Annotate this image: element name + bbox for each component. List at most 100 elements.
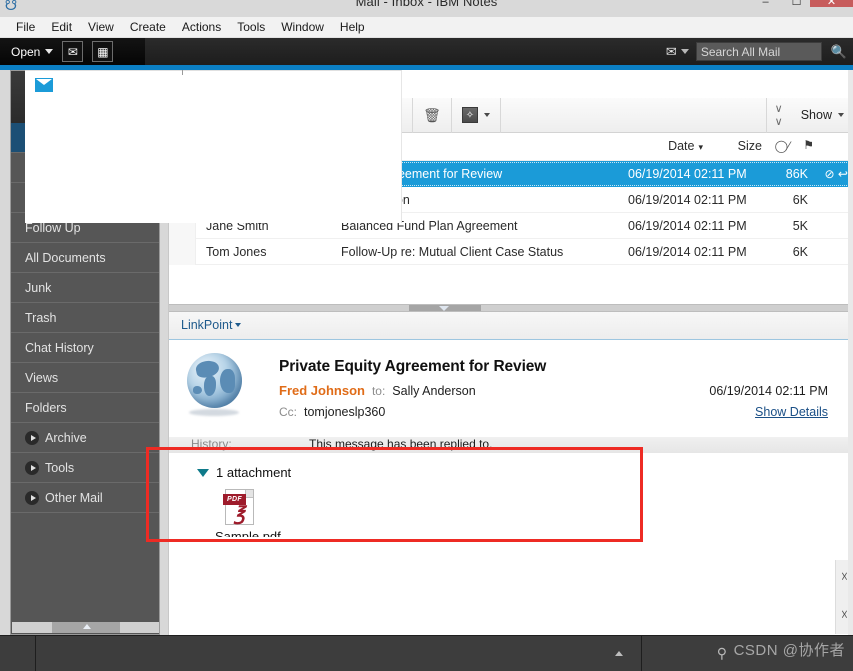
expand-arrow-icon [25, 490, 39, 505]
pdf-file-icon[interactable]: PDF ℥ [223, 489, 254, 525]
chevron-double-down-icon[interactable]: ∨ ∨ [767, 102, 791, 128]
delete-button[interactable]: 🗑 [413, 97, 452, 133]
outer-vertical-scrollbar[interactable] [848, 70, 853, 635]
menu-item-create[interactable]: Create [122, 17, 174, 37]
pdf-glyph: ℥ [234, 504, 245, 525]
column-header-date[interactable]: Date ▾ [668, 139, 703, 153]
calendar-icon[interactable]: ▦ [92, 41, 114, 62]
status-cell-left[interactable] [0, 636, 36, 671]
minimize-button[interactable]: – [752, 0, 779, 8]
history-label: History: [191, 437, 232, 451]
row-date: 06/19/2014 02:11 PM [628, 218, 747, 233]
status-bar: ⚲ CSDN @协作者 [0, 635, 853, 671]
show-button[interactable]: Show [791, 98, 853, 133]
attachment-count-label: 1 attachment [216, 465, 292, 480]
menu-item-edit[interactable]: Edit [43, 17, 80, 37]
sidebar-item-tools[interactable]: Tools [11, 453, 159, 483]
sidebar-item-all-documents[interactable]: All Documents [11, 243, 159, 273]
message-body: Hi Sally, Attached is a copy of the agre… [169, 537, 853, 663]
search-group: ✉ 🔍 [666, 38, 847, 65]
menu-item-view[interactable]: View [80, 17, 122, 37]
overlay-popup-panel [25, 70, 402, 223]
expand-arrow-icon [25, 460, 39, 475]
sidebar-item-chat-history[interactable]: Chat History [11, 333, 159, 363]
menu-item-window[interactable]: Window [273, 17, 332, 37]
row-status-icons: ⊘ ↩ [824, 166, 848, 181]
column-header-date-label: Date [668, 139, 695, 153]
message-from-line: Fred Johnson to: Sally Anderson [279, 383, 476, 398]
attachment-disclosure-toggle[interactable]: 1 attachment [197, 465, 291, 480]
sidebar-item-label: Other Mail [45, 490, 103, 505]
chevron-down-icon [483, 113, 490, 117]
paperclip-icon[interactable]: ◯⁄ [775, 139, 790, 153]
chevron-down-icon [45, 49, 54, 54]
key-icon: ⚲ [716, 645, 727, 661]
row-date: 06/19/2014 02:11 PM [628, 166, 747, 181]
action-bar-left-group: Open ✉ ▦ [0, 38, 145, 65]
overlay-tick-mark [182, 70, 183, 75]
sidebar-item-other-mail[interactable]: Other Mail [11, 483, 159, 513]
chevron-down-icon [838, 113, 844, 117]
watermark-text: CSDN @协作者 [733, 642, 845, 659]
global-action-bar: Open ✉ ▦ ✉ 🔍 [0, 38, 853, 65]
expand-arrow-icon [25, 430, 39, 445]
close-button[interactable]: ✕ [810, 0, 853, 8]
pane-splitter[interactable] [169, 304, 853, 312]
mail-icon[interactable]: ✉ [62, 41, 84, 62]
linkpoint-label: LinkPoint [181, 318, 233, 332]
triangle-down-icon [197, 468, 209, 477]
menu-item-tools[interactable]: Tools [229, 17, 273, 37]
search-input[interactable] [695, 42, 822, 61]
row-gutter [169, 238, 196, 265]
search-scope-envelope-icon[interactable]: ✉ [666, 44, 677, 60]
status-cell-message[interactable] [37, 636, 642, 671]
sidebar-item-trash[interactable]: Trash [11, 303, 159, 333]
cc-recipient[interactable]: tomjoneslp360 [304, 405, 385, 419]
collapse-arrow-icon[interactable] [615, 651, 623, 656]
open-button[interactable]: Open [11, 45, 54, 59]
row-subject: Follow-Up re: Mutual Client Case Status [341, 244, 564, 259]
attachment-section: 1 attachment PDF ℥ Sample.pdf [169, 453, 853, 544]
collapse-arrow-icon[interactable] [439, 306, 449, 311]
show-details-link[interactable]: Show Details [755, 405, 828, 419]
sidebar-item-archive[interactable]: Archive [11, 423, 159, 453]
recipient-name[interactable]: Sally Anderson [392, 384, 475, 398]
more-actions-icon: ✧ [461, 107, 478, 123]
message-subject: Private Equity Agreement for Review [279, 358, 547, 375]
message-history-bar: History: This message has been replied t… [169, 437, 853, 453]
sidebar-item-views[interactable]: Views [11, 363, 159, 393]
sender-name[interactable]: Fred Johnson [279, 383, 365, 398]
history-text: This message has been replied to. [309, 437, 493, 451]
column-header-size[interactable]: Size [738, 139, 762, 153]
flag-icon[interactable]: ⚑ [803, 138, 814, 152]
table-row[interactable]: Tom Jones Follow-Up re: Mutual Client Ca… [169, 238, 853, 265]
menu-bar: File Edit View Create Actions Tools Wind… [0, 17, 853, 38]
sidebar-item-folders[interactable]: Folders [11, 393, 159, 423]
status-cell-right: ⚲ CSDN @协作者 [643, 636, 853, 671]
sidebar-item-list: Sent Follow Up All Documents Junk Trash … [11, 183, 159, 513]
trash-icon: 🗑 [423, 106, 441, 123]
collapse-arrow-icon[interactable] [83, 624, 91, 629]
row-size: 6K [792, 244, 808, 259]
menu-item-help[interactable]: Help [332, 17, 373, 37]
avatar-shadow [189, 409, 239, 416]
sidebar-item-junk[interactable]: Junk [11, 273, 159, 303]
cc-label: Cc: [279, 405, 297, 419]
title-bar: ☋ Mail - Inbox - IBM Notes – ☐ ✕ [0, 0, 853, 17]
sidebar-item-label: Archive [45, 430, 87, 445]
envelope-icon [35, 78, 53, 92]
menu-item-actions[interactable]: Actions [174, 17, 229, 37]
sidebar-item-label: Tools [45, 460, 75, 475]
message-cc-line: Cc: tomjoneslp360 [279, 405, 385, 419]
linkpoint-button[interactable]: LinkPoint [181, 318, 242, 332]
menu-item-file[interactable]: File [8, 17, 43, 37]
linkpoint-toolbar: LinkPoint [169, 312, 853, 340]
sidebar-horizontal-scrollbar[interactable] [12, 622, 159, 633]
row-size: 6K [792, 192, 808, 207]
search-icon[interactable]: 🔍 [831, 44, 847, 60]
row-date: 06/19/2014 02:11 PM [628, 244, 747, 259]
search-scope-chevron-down-icon[interactable] [680, 49, 689, 54]
application-window: ☋ Mail - Inbox - IBM Notes – ☐ ✕ File Ed… [0, 0, 853, 671]
maximize-button[interactable]: ☐ [783, 0, 810, 8]
more-actions-button[interactable]: ✧ [452, 97, 501, 133]
